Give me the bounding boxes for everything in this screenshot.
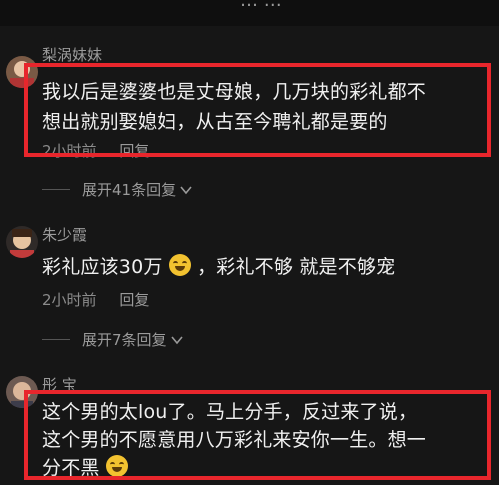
comment-username[interactable]: 朱少霞: [42, 224, 87, 245]
avatar[interactable]: [6, 226, 38, 258]
expand-label: 展开7条回复: [82, 331, 167, 349]
comment-text-part: ，彩礼不够 就是不够宠: [197, 256, 396, 278]
cut-header-text: … …: [240, 0, 282, 11]
comment-meta: 2小时前 回复: [42, 289, 167, 310]
expand-replies-button[interactable]: 展开41条回复: [42, 179, 192, 200]
expand-replies-button[interactable]: 展开7条回复: [42, 329, 183, 350]
chevron-down-icon: [170, 331, 183, 349]
top-bar-cut: … …: [0, 0, 499, 26]
laughing-emoji-icon: [168, 254, 191, 276]
divider-line: [42, 339, 70, 340]
reply-button[interactable]: 回复: [119, 291, 149, 309]
comment-text-part: 彩礼应该30万: [42, 256, 163, 278]
chevron-down-icon: [180, 181, 192, 199]
highlight-box: [24, 390, 491, 480]
divider-line: [42, 189, 70, 190]
comment-text: 彩礼应该30万 ，彩礼不够 就是不够宠: [42, 251, 395, 284]
expand-label: 展开41条回复: [82, 181, 177, 199]
highlight-box: [24, 63, 491, 157]
comment-username[interactable]: 梨涡妹妹: [42, 44, 102, 65]
comment-time: 2小时前: [42, 291, 97, 309]
avatar-image: [6, 226, 38, 258]
